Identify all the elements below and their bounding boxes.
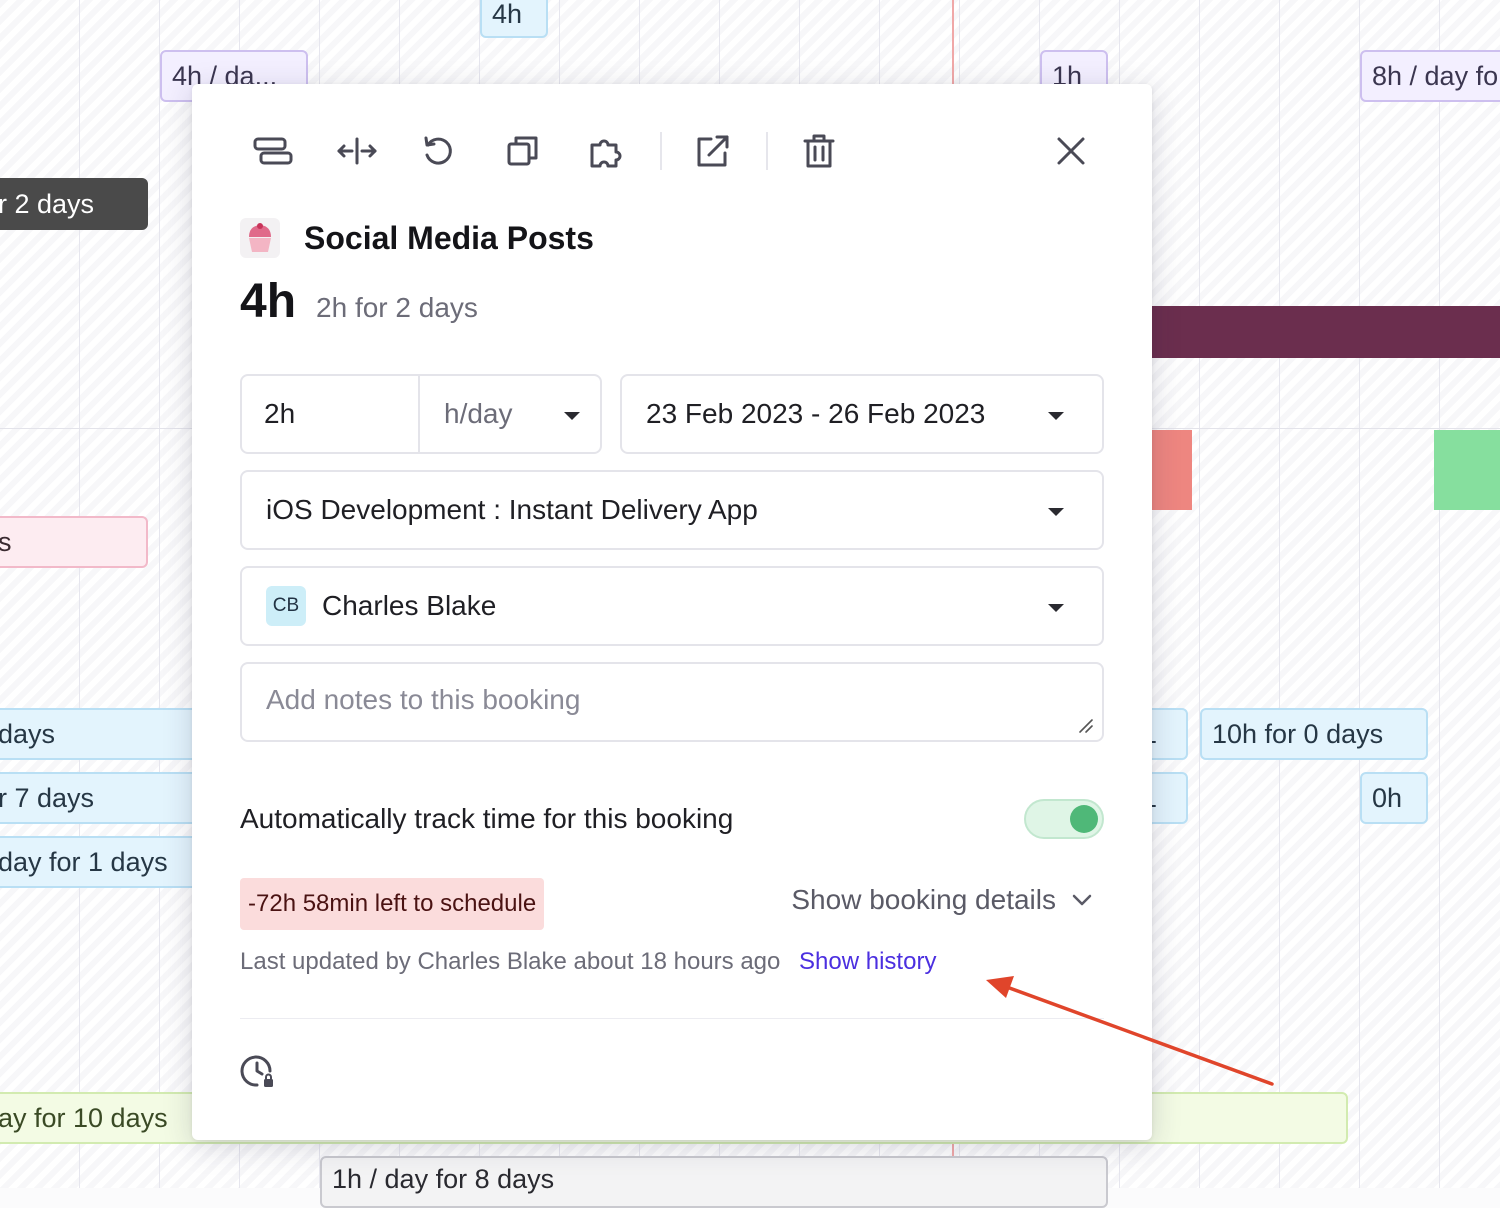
- close-button[interactable]: [1048, 128, 1094, 174]
- clock-lock-icon: [240, 1055, 273, 1087]
- booking-chip[interactable]: day for 1 days: [0, 836, 206, 888]
- auto-track-label: Automatically track time for this bookin…: [240, 803, 734, 834]
- hours-unit-select[interactable]: h/day: [444, 398, 513, 430]
- delete-booking-button[interactable]: [796, 128, 842, 174]
- booking-hours: 4h 2h for 2 days: [240, 274, 478, 329]
- arrows-horizontal-icon: [337, 137, 377, 165]
- chevron-down-icon: [564, 412, 580, 420]
- assignee-name: Charles Blake: [322, 590, 497, 621]
- project-select[interactable]: iOS Development : Instant Delivery App: [240, 470, 1104, 550]
- split-icon: [253, 137, 293, 165]
- project-value: iOS Development : Instant Delivery App: [266, 494, 758, 525]
- auto-track-row: Automatically track time for this bookin…: [240, 798, 1104, 840]
- booking-bar[interactable]: [1434, 430, 1500, 510]
- resize-handle-icon[interactable]: [1078, 718, 1094, 734]
- avatar: CB: [266, 586, 306, 626]
- rotate-icon: [424, 136, 452, 165]
- assignee-select[interactable]: CB Charles Blake: [240, 566, 1104, 646]
- booking-bar[interactable]: [1152, 306, 1500, 358]
- booking-title: Social Media Posts: [304, 219, 594, 256]
- booking-chip[interactable]: 4h: [480, 0, 548, 38]
- notes-placeholder: Add notes to this booking: [266, 684, 581, 715]
- show-booking-details-button[interactable]: Show booking details: [791, 884, 1092, 916]
- left-to-schedule-badge: -72h 58min left to schedule: [240, 878, 545, 930]
- trash-icon: [803, 134, 835, 168]
- booking-bar[interactable]: [1152, 430, 1192, 510]
- notes-textarea[interactable]: Add notes to this booking: [240, 662, 1104, 742]
- integration-button[interactable]: [584, 128, 630, 174]
- cupcake-icon: [240, 218, 280, 258]
- total-hours: 4h: [240, 275, 297, 328]
- resize-booking-button[interactable]: [334, 128, 380, 174]
- split-booking-button[interactable]: [250, 128, 296, 174]
- copy-icon: [507, 136, 538, 166]
- booking-chip[interactable]: days: [0, 708, 206, 760]
- chevron-down-icon: [1072, 894, 1092, 906]
- booking-modal: Social Media Posts 4h 2h for 2 days 2h h…: [192, 84, 1152, 1140]
- booking-chip[interactable]: 8h / day fo: [1360, 50, 1500, 102]
- booking-chip[interactable]: 0h: [1360, 772, 1428, 824]
- booking-chip[interactable]: r 2 days: [0, 178, 148, 230]
- booking-chip[interactable]: 1h / day for 8 days: [320, 1156, 1108, 1208]
- chevron-down-icon: [1048, 508, 1064, 516]
- chevron-down-icon: [1048, 604, 1064, 612]
- modal-toolbar: [240, 128, 1104, 174]
- hours-input[interactable]: 2h: [264, 398, 295, 430]
- close-icon: [1057, 137, 1085, 165]
- external-link-icon: [697, 135, 729, 167]
- open-external-button[interactable]: [690, 128, 736, 174]
- booking-chip[interactable]: s: [0, 516, 148, 568]
- duplicate-booking-button[interactable]: [500, 128, 546, 174]
- auto-track-toggle[interactable]: [1024, 799, 1104, 839]
- show-booking-details-label: Show booking details: [791, 884, 1056, 915]
- chevron-down-icon: [1048, 412, 1064, 420]
- repeat-booking-button[interactable]: [416, 128, 462, 174]
- last-updated-row: Last updated by Charles Blake about 18 h…: [240, 948, 936, 976]
- time-entries-button[interactable]: [240, 1054, 280, 1094]
- hours-summary: 2h for 2 days: [316, 292, 478, 323]
- hours-per-day-field: 2h h/day: [240, 374, 602, 454]
- divider: [240, 1018, 1104, 1019]
- last-updated-text: Last updated by Charles Blake about 18 h…: [240, 948, 781, 975]
- booking-title-row: Social Media Posts: [240, 218, 594, 258]
- date-range-value: 23 Feb 2023 - 26 Feb 2023: [646, 398, 986, 429]
- booking-chip[interactable]: r 7 days: [0, 772, 206, 824]
- puzzle-icon: [590, 139, 622, 168]
- booking-chip[interactable]: 10h for 0 days: [1200, 708, 1428, 760]
- show-history-link[interactable]: Show history: [799, 948, 936, 975]
- date-range-select[interactable]: 23 Feb 2023 - 26 Feb 2023: [620, 374, 1104, 454]
